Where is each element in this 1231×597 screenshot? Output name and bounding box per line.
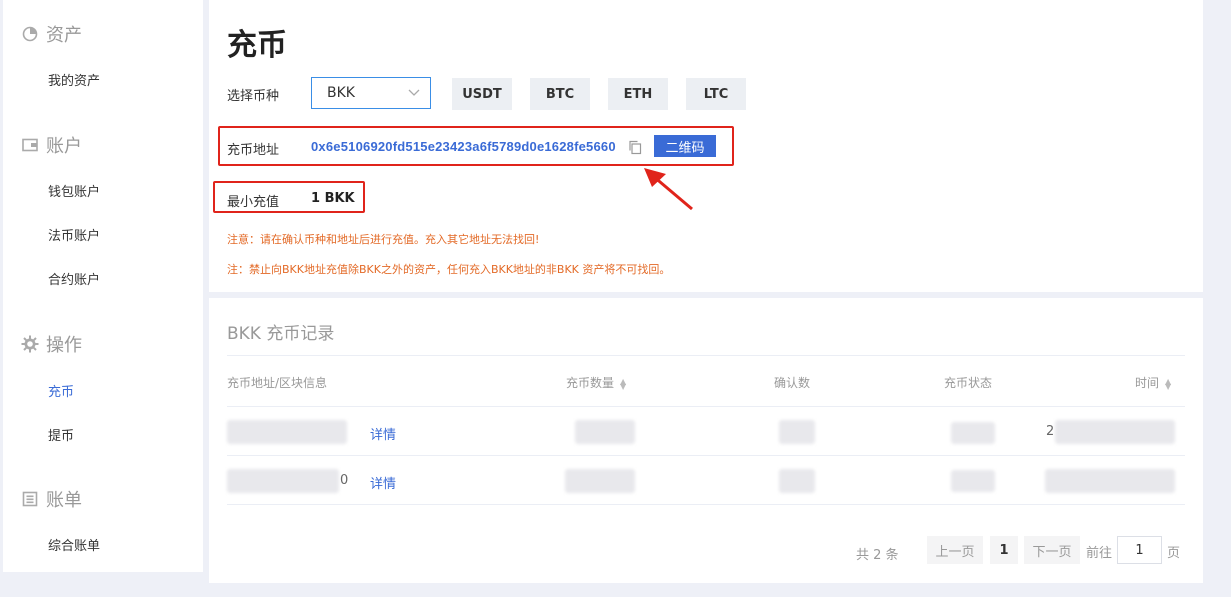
coin-button-ltc[interactable]: LTC xyxy=(686,78,746,110)
pie-chart-icon xyxy=(21,25,39,43)
min-deposit-label: 最小充值 xyxy=(227,195,280,210)
wallet-icon xyxy=(21,136,39,154)
sidebar-group-title: 账单 xyxy=(46,490,82,511)
coin-button-eth[interactable]: ETH xyxy=(608,78,668,110)
qr-code-button[interactable]: 二维码 xyxy=(654,135,716,157)
deposit-records-panel: BKK 充币记录 充币地址/区块信息 充币数量 ▲ ▼ 确认数 充币状态 时间 ▲ ▼ … xyxy=(209,298,1203,583)
redacted-time xyxy=(1045,469,1175,493)
warning-note: 注意：请在确认币种和地址后进行充值。充入其它地址无法找回! xyxy=(227,233,540,246)
prev-page-button[interactable]: 上一页 xyxy=(927,536,983,564)
divider xyxy=(227,355,1185,356)
redacted-status xyxy=(951,470,995,492)
column-header-amount[interactable]: 充币数量 ▲ ▼ xyxy=(566,374,626,391)
column-header-address: 充币地址/区块信息 xyxy=(227,376,328,390)
column-header-status: 充币状态 xyxy=(944,376,993,390)
redacted-status xyxy=(951,422,995,444)
chevron-down-icon xyxy=(408,84,420,104)
coin-button-usdt[interactable]: USDT xyxy=(452,78,512,110)
bill-icon xyxy=(21,490,39,508)
sidebar-item-deposit[interactable]: 充币 xyxy=(48,381,74,400)
address-fragment: 0 xyxy=(340,473,349,488)
sidebar-group-title: 资产 xyxy=(46,25,82,46)
copy-icon[interactable] xyxy=(628,140,642,155)
annotation-arrow xyxy=(640,165,696,217)
address-label: 充币地址 xyxy=(227,143,280,158)
sidebar-group-title: 账户 xyxy=(46,136,82,157)
detail-link[interactable]: 详情 xyxy=(370,424,396,443)
min-deposit-value: 1 BKK xyxy=(311,191,355,206)
sidebar: 资产 我的资产 账户 钱包账户 法币账户 合约账户 操作 充币 提币 账单 综合… xyxy=(3,0,203,572)
restriction-note: 注：禁止向BKK地址充值除BKK之外的资产，任何充入BKK地址的非BKK 资产将… xyxy=(227,263,671,276)
sidebar-item-contract-account[interactable]: 合约账户 xyxy=(48,269,100,288)
page-suffix: 页 xyxy=(1167,546,1181,561)
detail-link[interactable]: 详情 xyxy=(370,473,396,492)
gear-icon xyxy=(21,335,39,353)
column-header-label: 时间 xyxy=(1135,376,1160,390)
next-page-button[interactable]: 下一页 xyxy=(1024,536,1080,564)
coin-select-value: BKK xyxy=(327,85,355,101)
deposit-address[interactable]: 0x6e5106920fd515e23423a6f5789d0e1628fe56… xyxy=(311,139,616,154)
sidebar-group-assets: 资产 xyxy=(21,21,82,47)
redacted-confirmations xyxy=(779,420,815,444)
column-header-time[interactable]: 时间 ▲ ▼ xyxy=(1135,374,1171,391)
page-number-current[interactable]: 1 xyxy=(990,536,1018,564)
coin-button-btc[interactable]: BTC xyxy=(530,78,590,110)
deposit-panel: 充币 选择币种 BKK USDT BTC ETH LTC 充币地址 0x6e51… xyxy=(209,0,1203,292)
redacted-address xyxy=(227,420,347,444)
redacted-time xyxy=(1055,420,1175,444)
coin-select-label: 选择币种 xyxy=(227,89,280,104)
goto-label: 前往 xyxy=(1086,546,1113,561)
pagination-total: 共 2 条 xyxy=(856,548,899,563)
sidebar-item-fiat-account[interactable]: 法币账户 xyxy=(48,225,100,244)
redacted-confirmations xyxy=(779,469,815,493)
divider xyxy=(227,455,1185,456)
divider xyxy=(227,406,1185,407)
redacted-address xyxy=(227,469,339,493)
sidebar-group-title: 操作 xyxy=(46,335,82,356)
sidebar-item-withdraw[interactable]: 提币 xyxy=(48,425,74,444)
redacted-amount xyxy=(565,469,635,493)
goto-page-input[interactable]: 1 xyxy=(1117,536,1162,564)
column-header-label: 充币数量 xyxy=(566,376,615,390)
sidebar-group-accounts: 账户 xyxy=(21,132,82,158)
records-title: BKK 充币记录 xyxy=(227,324,335,344)
divider xyxy=(227,504,1185,505)
sort-icon: ▲ ▼ xyxy=(620,376,627,391)
sidebar-group-operations: 操作 xyxy=(21,331,82,357)
column-header-confirmations: 确认数 xyxy=(774,376,811,390)
redacted-amount xyxy=(575,420,635,444)
page-title: 充币 xyxy=(227,28,287,63)
sidebar-group-bills: 账单 xyxy=(21,486,82,512)
coin-select[interactable]: BKK xyxy=(311,77,431,109)
time-fragment: 2 xyxy=(1046,424,1055,439)
sort-icon: ▲ ▼ xyxy=(1165,376,1172,391)
sidebar-item-wallet-account[interactable]: 钱包账户 xyxy=(48,181,100,200)
sidebar-item-my-assets[interactable]: 我的资产 xyxy=(48,70,100,89)
sidebar-item-all-bills[interactable]: 综合账单 xyxy=(48,535,100,554)
